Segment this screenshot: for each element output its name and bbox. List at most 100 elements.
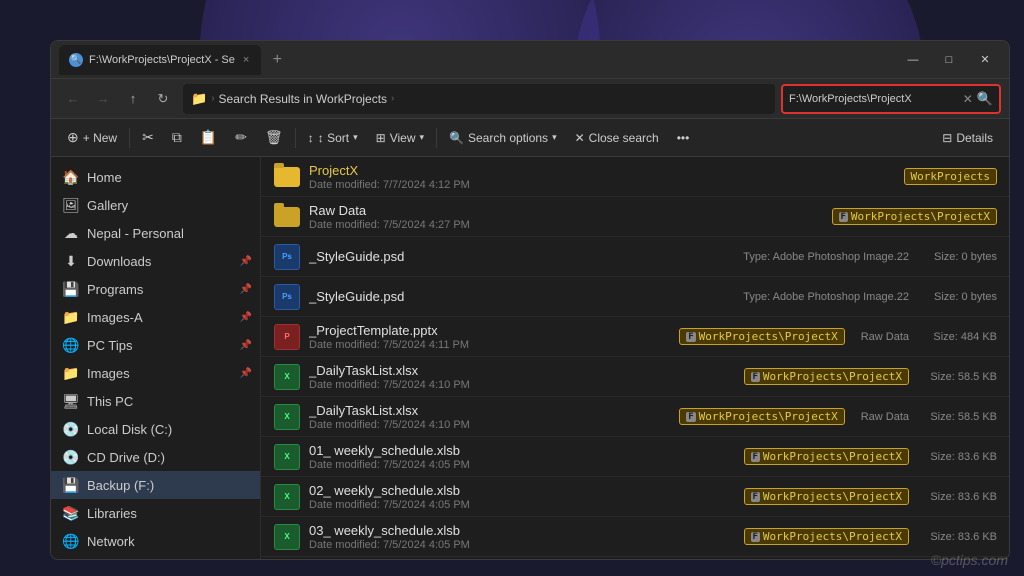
details-button[interactable]: ⊟ Details xyxy=(934,124,1001,152)
file-tag: WorkProjects\ProjectX xyxy=(832,208,998,225)
sort-icon: ↕ xyxy=(308,131,314,145)
sidebar-item-backup-f[interactable]: 💾 Backup (F:) xyxy=(51,471,260,499)
sidebar-item-downloads[interactable]: ⬇Downloads📌 xyxy=(51,247,260,275)
sidebar-item-label: Backup (F:) xyxy=(87,478,154,493)
sidebar-item-images[interactable]: 📁Images📌 xyxy=(51,359,260,387)
xlsb-icon: X xyxy=(273,443,301,471)
maximize-button[interactable]: □ xyxy=(933,48,965,72)
images-icon: 📁 xyxy=(63,365,79,381)
sidebar-item-network[interactable]: 🌐Network xyxy=(51,527,260,555)
new-tab-button[interactable]: + xyxy=(265,48,289,72)
file-info: _StyleGuide.psd xyxy=(309,289,727,304)
sidebar-item-images-a[interactable]: 📁Images-A📌 xyxy=(51,303,260,331)
table-row[interactable]: Ps _StyleGuide.psd Type: Adobe Photoshop I… xyxy=(261,277,1009,317)
libraries-icon: 📚 xyxy=(63,505,79,521)
backup-f-icon: 💾 xyxy=(63,477,79,493)
table-row[interactable]: Raw DataDate modified: 7/5/2024 4:27 PMW… xyxy=(261,197,1009,237)
search-input[interactable] xyxy=(789,93,959,105)
sidebar-item-label: Images xyxy=(87,366,130,381)
file-date: Date modified: 7/5/2024 4:05 PM xyxy=(309,539,736,551)
sort-button[interactable]: ↕ ↕ Sort ▾ xyxy=(300,124,366,152)
table-row[interactable]: X_DailyTaskList.xlsxDate modified: 7/5/2… xyxy=(261,397,1009,437)
file-size: Size: 0 bytes xyxy=(917,291,997,303)
folder-icon xyxy=(273,203,301,231)
delete-icon: 🗑 xyxy=(265,129,283,146)
xlsx-icon: X xyxy=(273,403,301,431)
table-row[interactable]: X02_ weekly_schedule.xlsbDate modified: … xyxy=(261,477,1009,517)
minimize-button[interactable]: — xyxy=(897,48,929,72)
sidebar-item-programs[interactable]: 💾Programs📌 xyxy=(51,275,260,303)
file-info: _DailyTaskList.xlsxDate modified: 7/5/20… xyxy=(309,363,736,391)
sidebar-item-label: Downloads xyxy=(87,254,151,269)
table-row[interactable]: Ps_StyleGuide.psdType: Adobe Photoshop I… xyxy=(261,237,1009,277)
sidebar-item-home[interactable]: 🏠Home xyxy=(51,163,260,191)
sidebar-item-label: Nepal - Personal xyxy=(87,226,184,241)
table-row[interactable]: ProjectXDate modified: 7/7/2024 4:12 PMW… xyxy=(261,157,1009,197)
nepal-personal-icon: ☁ xyxy=(63,225,79,241)
file-meta: Raw Data xyxy=(861,331,909,343)
psd-icon: Ps xyxy=(273,283,301,311)
back-button[interactable]: ← xyxy=(59,85,87,113)
close-button[interactable]: ✕ xyxy=(969,48,1001,72)
new-button[interactable]: ⊕ + New xyxy=(59,124,125,152)
file-date: Date modified: 7/5/2024 4:10 PM xyxy=(309,379,736,391)
file-size: Size: 83.6 KB xyxy=(917,491,997,503)
sidebar-item-label: Local Disk (C:) xyxy=(87,422,172,437)
file-size: Size: 58.5 KB xyxy=(917,411,997,423)
search-go-icon[interactable]: 🔍 xyxy=(977,91,993,107)
file-tag: WorkProjects xyxy=(904,168,997,185)
forward-button[interactable]: → xyxy=(89,85,117,113)
sidebar-item-label: Network xyxy=(87,534,135,549)
file-meta: Type: Adobe Photoshop Image.22 xyxy=(743,291,909,303)
breadcrumb-text: Search Results in WorkProjects xyxy=(219,92,388,106)
table-row[interactable]: P_ProjectTemplate.pptxDate modified: 7/5… xyxy=(261,317,1009,357)
close-search-button[interactable]: ✕ Close search xyxy=(567,124,667,152)
sidebar-item-nepal-personal[interactable]: ☁ Nepal - Personal xyxy=(51,219,260,247)
view-button[interactable]: ⊞ View ▾ xyxy=(368,124,432,152)
more-button[interactable]: ••• xyxy=(669,124,698,152)
search-clear-icon[interactable]: ✕ xyxy=(963,92,973,106)
rename-button[interactable]: ✏ xyxy=(227,124,255,152)
sidebar-item-cd-drive-d[interactable]: 💿 CD Drive (D:) xyxy=(51,443,260,471)
file-name: ProjectX xyxy=(309,163,896,178)
pin-icon: 📌 xyxy=(240,284,252,295)
address-toolbar: ← → ↑ ↻ 📁 › Search Results in WorkProjec… xyxy=(51,79,1009,119)
pc-tips-icon: 🌐 xyxy=(63,337,79,353)
command-bar: ⊕ + New ✂ ⧉ 📋 ✏ 🗑 ↕ ↕ Sort ▾ ⊞ View ▾ xyxy=(51,119,1009,157)
file-name: 02_ weekly_schedule.xlsb xyxy=(309,483,736,498)
cut-button[interactable]: ✂ xyxy=(134,124,162,152)
sidebar-item-pc-tips[interactable]: 🌐PC Tips📌 xyxy=(51,331,260,359)
sidebar-item-gallery[interactable]: 🖼Gallery xyxy=(51,191,260,219)
file-size: Size: 58.5 KB xyxy=(917,371,997,383)
file-date: Date modified: 7/5/2024 4:27 PM xyxy=(309,219,824,231)
delete-button[interactable]: 🗑 xyxy=(257,124,291,152)
browser-tab[interactable]: 🔍 F:\WorkProjects\ProjectX - Se × xyxy=(59,45,261,75)
sidebar-item-this-pc[interactable]: 🖥This PC xyxy=(51,387,260,415)
breadcrumb-bar[interactable]: 📁 › Search Results in WorkProjects › xyxy=(183,84,775,114)
gallery-icon: 🖼 xyxy=(63,197,79,213)
refresh-button[interactable]: ↻ xyxy=(149,85,177,113)
file-name: _StyleGuide.psd xyxy=(309,289,727,304)
sidebar-item-libraries[interactable]: 📚Libraries xyxy=(51,499,260,527)
search-options-button[interactable]: 🔍 Search options ▾ xyxy=(441,124,565,152)
table-row[interactable]: X03_ weekly_schedule.xlsbDate modified: … xyxy=(261,517,1009,557)
local-disk-c-icon: 💿 xyxy=(63,421,79,437)
xlsx-icon: X xyxy=(273,363,301,391)
file-date: Date modified: 7/5/2024 4:10 PM xyxy=(309,419,671,431)
breadcrumb-arrow-2: › xyxy=(391,93,394,104)
table-row[interactable]: X01_ weekly_schedule.xlsbDate modified: … xyxy=(261,437,1009,477)
table-row[interactable]: X _DailyTaskList.xlsxDate modified: 7/5/2… xyxy=(261,357,1009,397)
file-name: _StyleGuide.psd xyxy=(309,249,727,264)
copy-button[interactable]: ⧉ xyxy=(164,124,190,152)
paste-button[interactable]: 📋 xyxy=(192,124,225,152)
pptx-icon: P xyxy=(273,323,301,351)
tab-close-button[interactable]: × xyxy=(241,52,251,68)
sidebar-item-label: CD Drive (D:) xyxy=(87,450,165,465)
sidebar-item-local-disk-c[interactable]: 💿 Local Disk (C:) xyxy=(51,415,260,443)
file-info: _StyleGuide.psd xyxy=(309,249,727,264)
cd-drive-d-icon: 💿 xyxy=(63,449,79,465)
up-button[interactable]: ↑ xyxy=(119,85,147,113)
search-box[interactable]: ✕ 🔍 xyxy=(781,84,1001,114)
paste-icon: 📋 xyxy=(200,129,217,146)
search-options-icon: 🔍 xyxy=(449,131,464,145)
